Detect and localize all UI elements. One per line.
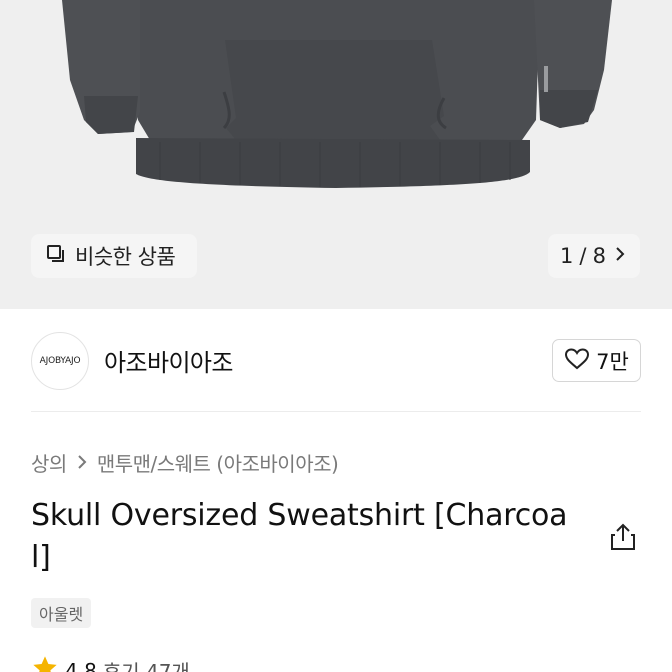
product-image-carousel[interactable]: 비슷한 상품 1 / 8 <box>0 0 672 309</box>
share-icon <box>609 522 637 556</box>
breadcrumb: 상의 맨투맨/스웨트 (아조바이아조) <box>31 448 339 477</box>
product-rating[interactable]: 4.8 후기 47개 <box>31 654 190 672</box>
seller-like-button[interactable]: 7만 <box>552 339 641 382</box>
breadcrumb-category[interactable]: 상의 <box>31 448 67 477</box>
seller-logo[interactable]: AJOBYAJO <box>31 332 89 390</box>
heart-outline-icon <box>564 347 590 375</box>
divider <box>31 411 641 412</box>
share-button[interactable] <box>606 522 640 556</box>
similar-items-icon <box>45 243 67 269</box>
seller-logo-text: AJOBYAJO <box>39 356 81 366</box>
chevron-right-icon <box>75 451 89 475</box>
seller-like-count: 7만 <box>596 349 629 374</box>
similar-products-label: 비슷한 상품 <box>75 245 176 269</box>
outlet-tag: 아울렛 <box>31 598 92 628</box>
review-count: 후기 47개 <box>102 660 190 672</box>
star-icon <box>31 654 59 672</box>
image-pager-count: 1 / 8 <box>560 244 606 268</box>
seller-name[interactable]: 아조바이아조 <box>104 343 233 378</box>
similar-products-button[interactable]: 비슷한 상품 <box>31 234 197 278</box>
rating-score: 4.8 <box>65 658 97 672</box>
chevron-right-icon <box>612 245 628 267</box>
image-pager-button[interactable]: 1 / 8 <box>548 234 640 278</box>
product-title: Skull Oversized Sweatshirt [Charcoal] <box>31 498 568 575</box>
breadcrumb-subcategory[interactable]: 맨투맨/스웨트 (아조바이아조) <box>97 448 339 477</box>
